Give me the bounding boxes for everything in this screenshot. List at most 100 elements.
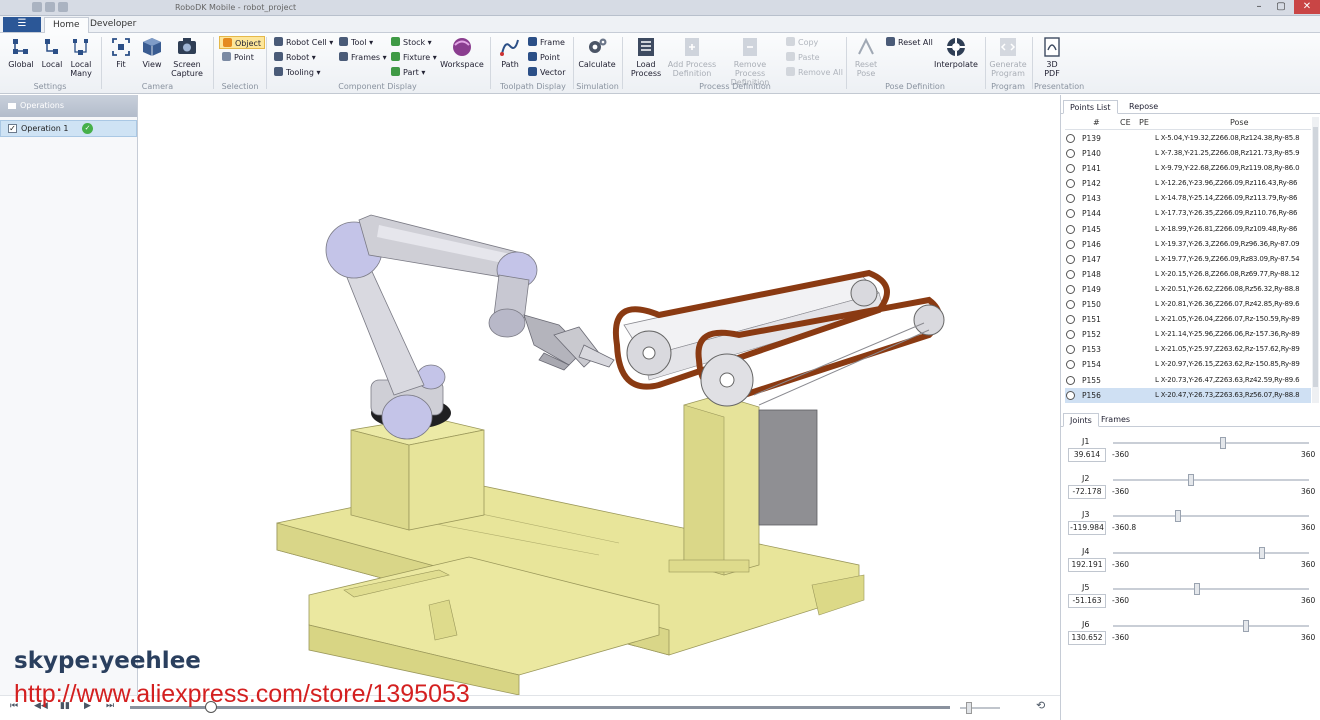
points-list-row[interactable]: P143 L X-14.78,Y-25.14,Z266.09,Rz113.79,R… xyxy=(1065,191,1311,206)
points-list-row[interactable]: P142 L X-12.26,Y-23.96,Z266.09,Rz116.43,R… xyxy=(1065,176,1311,191)
points-list-row[interactable]: P139 L X-5.04,Y-19.32,Z266.08,Rz124.38,Ry… xyxy=(1065,131,1311,146)
point-radio[interactable] xyxy=(1066,284,1075,294)
remove-process-definition-button[interactable]: Remove Process Definition xyxy=(718,36,782,87)
part-toggle[interactable]: Part ▾ xyxy=(391,66,425,79)
points-list-row[interactable]: P156 L X-20.47,Y-26.73,Z263.63,Rz56.07,Ry… xyxy=(1065,387,1311,403)
points-list-scrollbar[interactable] xyxy=(1312,117,1319,403)
robot-cell-toggle[interactable]: Robot Cell ▾ xyxy=(274,36,333,49)
points-list-row[interactable]: P152 L X-21.14,Y-25.96,Z266.06,Rz-157.36,… xyxy=(1065,327,1311,342)
view-button[interactable]: View xyxy=(138,36,166,69)
joint-slider-thumb[interactable] xyxy=(1243,619,1249,632)
joint-value-input[interactable]: -51.163 xyxy=(1068,594,1106,608)
points-list-row[interactable]: P146 L X-19.37,Y-26.3,Z266.09,Rz96.36,Ry-… xyxy=(1065,237,1311,252)
points-list-row[interactable]: P148 L X-20.15,Y-26.8,Z266.08,Rz69.77,Ry-… xyxy=(1065,267,1311,282)
point-radio[interactable] xyxy=(1066,345,1075,355)
joint-value-input[interactable]: -119.984 xyxy=(1068,521,1106,535)
point-radio[interactable] xyxy=(1066,149,1075,159)
joint-slider-thumb[interactable] xyxy=(1175,510,1181,522)
point-radio[interactable] xyxy=(1066,254,1075,264)
workspace-button[interactable]: Workspace xyxy=(440,36,484,69)
points-list-row[interactable]: P140 L X-7.38,Y-21.25,Z266.08,Rz121.73,Ry… xyxy=(1065,146,1311,161)
stock-toggle[interactable]: Stock ▾ xyxy=(391,36,432,49)
points-list-row[interactable]: P149 L X-20.51,Y-26.62,Z266.08,Rz56.32,Ry… xyxy=(1065,282,1311,297)
joint-slider[interactable] xyxy=(1113,473,1309,486)
joint-slider-thumb[interactable] xyxy=(1194,583,1200,595)
frame-display-toggle[interactable]: Frame xyxy=(528,36,565,49)
remove-all-button[interactable]: Remove All xyxy=(786,66,843,79)
column-header-ce[interactable]: CE xyxy=(1120,118,1131,127)
point-radio[interactable] xyxy=(1066,194,1075,204)
generate-program-button[interactable]: Generate Program xyxy=(988,36,1028,78)
points-list-row[interactable]: P147 L X-19.77,Y-26.9,Z266.09,Rz83.09,Ry-… xyxy=(1065,252,1311,267)
tab-developer[interactable]: Developer xyxy=(82,17,144,33)
joint-slider-thumb[interactable] xyxy=(1188,473,1194,486)
joint-slider[interactable] xyxy=(1113,619,1309,632)
points-list-row[interactable]: P153 L X-21.05,Y-25.97,Z263.62,Rz-157.62,… xyxy=(1065,342,1311,357)
column-header-number[interactable]: # xyxy=(1093,118,1100,127)
tool-toggle[interactable]: Tool ▾ xyxy=(339,36,373,49)
3d-viewport[interactable] xyxy=(139,95,1060,695)
load-process-button[interactable]: Load Process xyxy=(627,36,665,78)
joint-slider-thumb[interactable] xyxy=(1220,437,1226,449)
operation-row[interactable]: ✓ Operation 1 ✓ xyxy=(0,120,137,137)
points-list-row[interactable]: P145 L X-18.99,Y-26.81,Z266.09,Rz109.48,R… xyxy=(1065,222,1311,237)
reset-all-button[interactable]: Reset All xyxy=(886,36,933,49)
minimize-button[interactable]: – xyxy=(1248,0,1270,14)
calculate-button[interactable]: Calculate xyxy=(578,36,616,69)
speed-slider[interactable] xyxy=(960,702,1000,714)
point-radio[interactable] xyxy=(1066,224,1075,234)
local-button[interactable]: Local xyxy=(38,36,66,69)
point-radio[interactable] xyxy=(1066,375,1075,385)
column-header-pose[interactable]: Pose xyxy=(1230,118,1249,127)
fit-button[interactable]: Fit xyxy=(107,36,135,69)
joint-slider[interactable] xyxy=(1113,583,1309,595)
joint-slider[interactable] xyxy=(1113,510,1309,522)
point-display-toggle[interactable]: Point xyxy=(528,51,560,64)
point-radio[interactable] xyxy=(1066,164,1075,174)
robot-toggle[interactable]: Robot ▾ xyxy=(274,51,316,64)
tab-frames[interactable]: Frames xyxy=(1095,413,1136,427)
joint-value-input[interactable]: 39.614 xyxy=(1068,448,1106,462)
tab-joints[interactable]: Joints xyxy=(1063,413,1099,427)
joint-value-input[interactable]: -72.178 xyxy=(1068,484,1106,499)
points-list-row[interactable]: P144 L X-17.73,Y-26.35,Z266.09,Rz110.76,R… xyxy=(1065,206,1311,221)
reset-pose-button[interactable]: Reset Pose xyxy=(852,36,880,78)
scrollbar-thumb[interactable] xyxy=(1313,127,1318,387)
fixture-toggle[interactable]: Fixture ▾ xyxy=(391,51,437,64)
joint-slider-thumb[interactable] xyxy=(1259,546,1265,559)
joint-value-input[interactable]: 192.191 xyxy=(1068,557,1106,572)
point-selection-button[interactable]: Point xyxy=(222,51,254,64)
tooling-toggle[interactable]: Tooling ▾ xyxy=(274,66,320,79)
frames-toggle[interactable]: Frames ▾ xyxy=(339,51,387,64)
joint-value-input[interactable]: 130.652 xyxy=(1068,630,1106,645)
joint-slider[interactable] xyxy=(1113,437,1309,449)
close-button[interactable]: ✕ xyxy=(1294,0,1320,14)
column-header-pe[interactable]: PE xyxy=(1139,118,1149,127)
add-process-definition-button[interactable]: Add Process Definition xyxy=(667,36,717,78)
tab-points-list[interactable]: Points List xyxy=(1063,100,1118,114)
vector-display-toggle[interactable]: Vector xyxy=(528,66,566,79)
point-radio[interactable] xyxy=(1066,330,1075,340)
points-list-row[interactable]: P154 L X-20.97,Y-26.15,Z263.62,Rz-150.85,… xyxy=(1065,357,1311,372)
point-radio[interactable] xyxy=(1066,315,1075,325)
points-list-row[interactable]: P151 L X-21.05,Y-26.04,Z266.07,Rz-150.59,… xyxy=(1065,312,1311,327)
path-toggle-button[interactable]: Path xyxy=(496,36,524,69)
paste-button[interactable]: Paste xyxy=(786,51,820,64)
points-list-row[interactable]: P155 L X-20.73,Y-26.47,Z263.63,Rz42.59,Ry… xyxy=(1065,373,1311,388)
point-radio[interactable] xyxy=(1066,209,1075,219)
loop-icon[interactable]: ⟲ xyxy=(1036,699,1045,712)
interpolate-button[interactable]: Interpolate xyxy=(934,36,978,69)
redo-icon[interactable] xyxy=(58,2,68,12)
point-radio[interactable] xyxy=(1066,269,1075,279)
maximize-button[interactable]: ▢ xyxy=(1270,0,1292,14)
object-selection-button[interactable]: Object xyxy=(219,36,266,49)
points-list-row[interactable]: P150 L X-20.81,Y-26.36,Z266.07,Rz42.85,Ry… xyxy=(1065,297,1311,312)
point-radio[interactable] xyxy=(1066,390,1075,400)
tab-repose[interactable]: Repose xyxy=(1123,100,1164,114)
operation-checkbox[interactable]: ✓ xyxy=(8,124,17,133)
speed-knob[interactable] xyxy=(966,702,972,714)
joint-slider[interactable] xyxy=(1113,546,1309,559)
point-radio[interactable] xyxy=(1066,300,1075,310)
point-radio[interactable] xyxy=(1066,134,1075,143)
local-many-button[interactable]: Local Many xyxy=(67,36,95,78)
